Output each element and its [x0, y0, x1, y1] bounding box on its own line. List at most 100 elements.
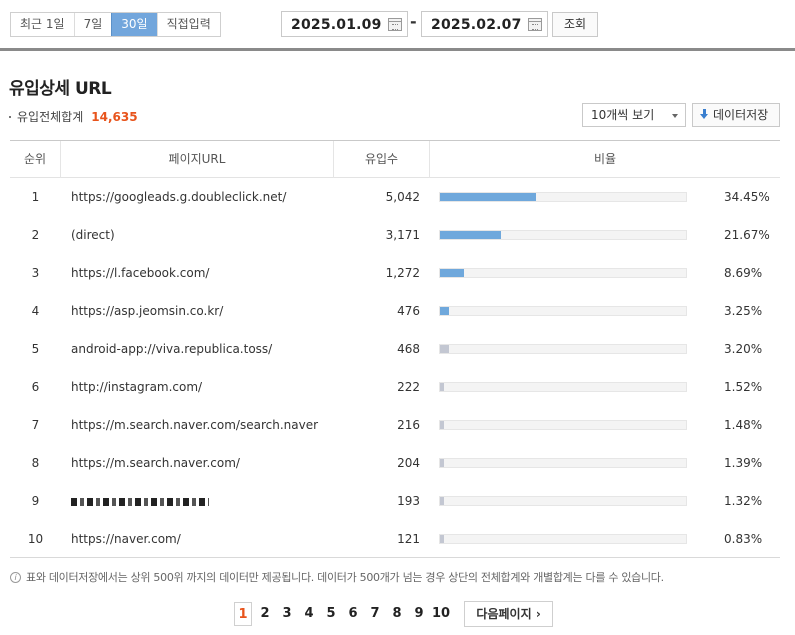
page-10-link[interactable]: 10: [432, 602, 450, 626]
cell-percent: 3.25%: [724, 304, 763, 318]
cell-percent: 34.45%: [724, 190, 770, 204]
range-1day-button[interactable]: 최근 1일: [11, 13, 74, 36]
cell-rank: 10: [27, 532, 44, 546]
save-data-label: 데이터저장: [713, 108, 769, 122]
url-text[interactable]: https://googleads.g.doubleclick.net/: [71, 190, 286, 204]
end-date-field[interactable]: 2025.02.07: [421, 11, 548, 37]
total-summary: 유입전체합계 14,635: [9, 108, 138, 125]
ratio-bar-fill: [440, 459, 444, 467]
cell-percent: 0.83%: [724, 532, 763, 546]
ratio-bar-track: [439, 192, 687, 202]
cell-count: 193: [397, 494, 420, 508]
table-row: 7 https://m.search.naver.com/search.naver…: [10, 406, 780, 444]
range-30day-button[interactable]: 30일: [111, 13, 157, 36]
cell-rank: 9: [31, 494, 40, 508]
table-row: 9 193 1.32%: [10, 482, 780, 520]
page-7-link[interactable]: 7: [366, 602, 384, 626]
end-date-value: 2025.02.07: [431, 17, 522, 33]
range-7day-button[interactable]: 7일: [73, 13, 112, 36]
page-6-link[interactable]: 6: [344, 602, 362, 626]
cell-url[interactable]: https://asp.jeomsin.co.kr/: [71, 292, 331, 330]
ratio-bar-fill: [440, 269, 464, 277]
page-2-link[interactable]: 2: [256, 602, 274, 626]
cell-url[interactable]: http://instagram.com/: [71, 368, 331, 406]
page-3-link[interactable]: 3: [278, 602, 296, 626]
total-label: 유입전체합계: [17, 110, 84, 124]
url-text[interactable]: https://l.facebook.com/: [71, 266, 209, 280]
cell-rank: 2: [31, 228, 40, 242]
cell-url[interactable]: (direct): [71, 216, 331, 254]
cell-percent: 1.32%: [724, 494, 763, 508]
next-page-button[interactable]: 다음페이지 ›: [464, 601, 554, 627]
referrer-url-table: 순위 페이지URL 유입수 비율 1 https://googleads.g.do…: [10, 140, 780, 558]
ratio-bar-fill: [440, 497, 444, 505]
cell-count: 468: [397, 342, 420, 356]
page-8-link[interactable]: 8: [388, 602, 406, 626]
cell-rank: 5: [31, 342, 40, 356]
url-text[interactable]: android-app://viva.republica.toss/: [71, 342, 272, 356]
ratio-bar-track: [439, 306, 687, 316]
cell-rank: 7: [31, 418, 40, 432]
footnote-text: 표와 데이터저장에서는 상위 500위 까지의 데이터만 제공됩니다. 데이터가…: [26, 571, 664, 584]
url-text[interactable]: http://instagram.com/: [71, 380, 202, 394]
download-icon: [700, 109, 709, 120]
query-button[interactable]: 조회: [552, 12, 598, 37]
ratio-bar-track: [439, 344, 687, 354]
table-row: 6 http://instagram.com/222 1.52%: [10, 368, 780, 406]
bullet-icon: [9, 115, 11, 118]
cell-rank: 6: [31, 380, 40, 394]
cell-url[interactable]: https://m.search.naver.com/: [71, 444, 331, 482]
chevron-right-icon: ›: [535, 607, 541, 621]
start-date-field[interactable]: 2025.01.09: [281, 11, 408, 37]
save-data-button[interactable]: 데이터저장: [692, 103, 780, 127]
cell-rank: 8: [31, 456, 40, 470]
cell-percent: 1.48%: [724, 418, 763, 432]
table-row: 2 (direct) 3,171 21.67%: [10, 216, 780, 254]
cell-count: 222: [397, 380, 420, 394]
ratio-bar-track: [439, 534, 687, 544]
cell-count: 121: [397, 532, 420, 546]
page-4-link[interactable]: 4: [300, 602, 318, 626]
url-text[interactable]: https://m.search.naver.com/: [71, 456, 240, 470]
url-text[interactable]: https://m.search.naver.com/search.naver: [71, 418, 318, 432]
footnote: i 표와 데이터저장에서는 상위 500위 까지의 데이터만 제공됩니다. 데이…: [10, 569, 664, 585]
header-ratio: 비율: [593, 152, 617, 166]
cell-percent: 8.69%: [724, 266, 763, 280]
cell-url[interactable]: android-app://viva.republica.toss/: [71, 330, 331, 368]
table-row: 1 https://googleads.g.doubleclick.net/5,0…: [10, 178, 780, 216]
range-custom-button[interactable]: 직접입력: [156, 13, 220, 36]
page-9-link[interactable]: 9: [410, 602, 428, 626]
cell-url[interactable]: https://l.facebook.com/: [71, 254, 331, 292]
cell-url[interactable]: https://googleads.g.doubleclick.net/: [71, 178, 331, 216]
table-body: 1 https://googleads.g.doubleclick.net/5,0…: [10, 178, 780, 558]
url-text[interactable]: https://naver.com/: [71, 532, 181, 546]
ratio-bar-track: [439, 458, 687, 468]
toolbar: 최근 1일 7일 30일 직접입력 2025.01.09 - 2025.02.0…: [0, 0, 795, 48]
cell-url[interactable]: [71, 482, 331, 520]
calendar-icon[interactable]: [388, 18, 402, 31]
table-bottom-border: [10, 557, 780, 558]
cell-percent: 1.39%: [724, 456, 763, 470]
date-separator: -: [410, 12, 417, 31]
per-page-value: 10개씩 보기: [591, 108, 655, 122]
page-1-link[interactable]: 1: [234, 602, 252, 626]
chevron-down-icon: [672, 114, 678, 118]
per-page-select[interactable]: 10개씩 보기: [582, 103, 686, 127]
table-row: 5 android-app://viva.republica.toss/468 3.…: [10, 330, 780, 368]
calendar-icon[interactable]: [528, 18, 542, 31]
url-text[interactable]: https://asp.jeomsin.co.kr/: [71, 304, 223, 318]
cell-percent: 1.52%: [724, 380, 763, 394]
cell-url[interactable]: https://naver.com/: [71, 520, 331, 558]
page-5-link[interactable]: 5: [322, 602, 340, 626]
url-text[interactable]: (direct): [71, 228, 115, 242]
ratio-bar-fill: [440, 535, 444, 543]
cell-percent: 3.20%: [724, 342, 763, 356]
cell-url[interactable]: https://m.search.naver.com/search.naver: [71, 406, 331, 444]
ratio-bar-fill: [440, 193, 536, 201]
cell-count: 3,171: [385, 228, 420, 242]
pagination: 1 2 3 4 5 6 7 8 9 10 다음페이지 ›: [234, 601, 554, 627]
toolbar-divider: [0, 48, 795, 51]
table-row: 8 https://m.search.naver.com/204 1.39%: [10, 444, 780, 482]
date-range-presets: 최근 1일 7일 30일 직접입력: [10, 12, 221, 37]
cell-percent: 21.67%: [724, 228, 770, 242]
